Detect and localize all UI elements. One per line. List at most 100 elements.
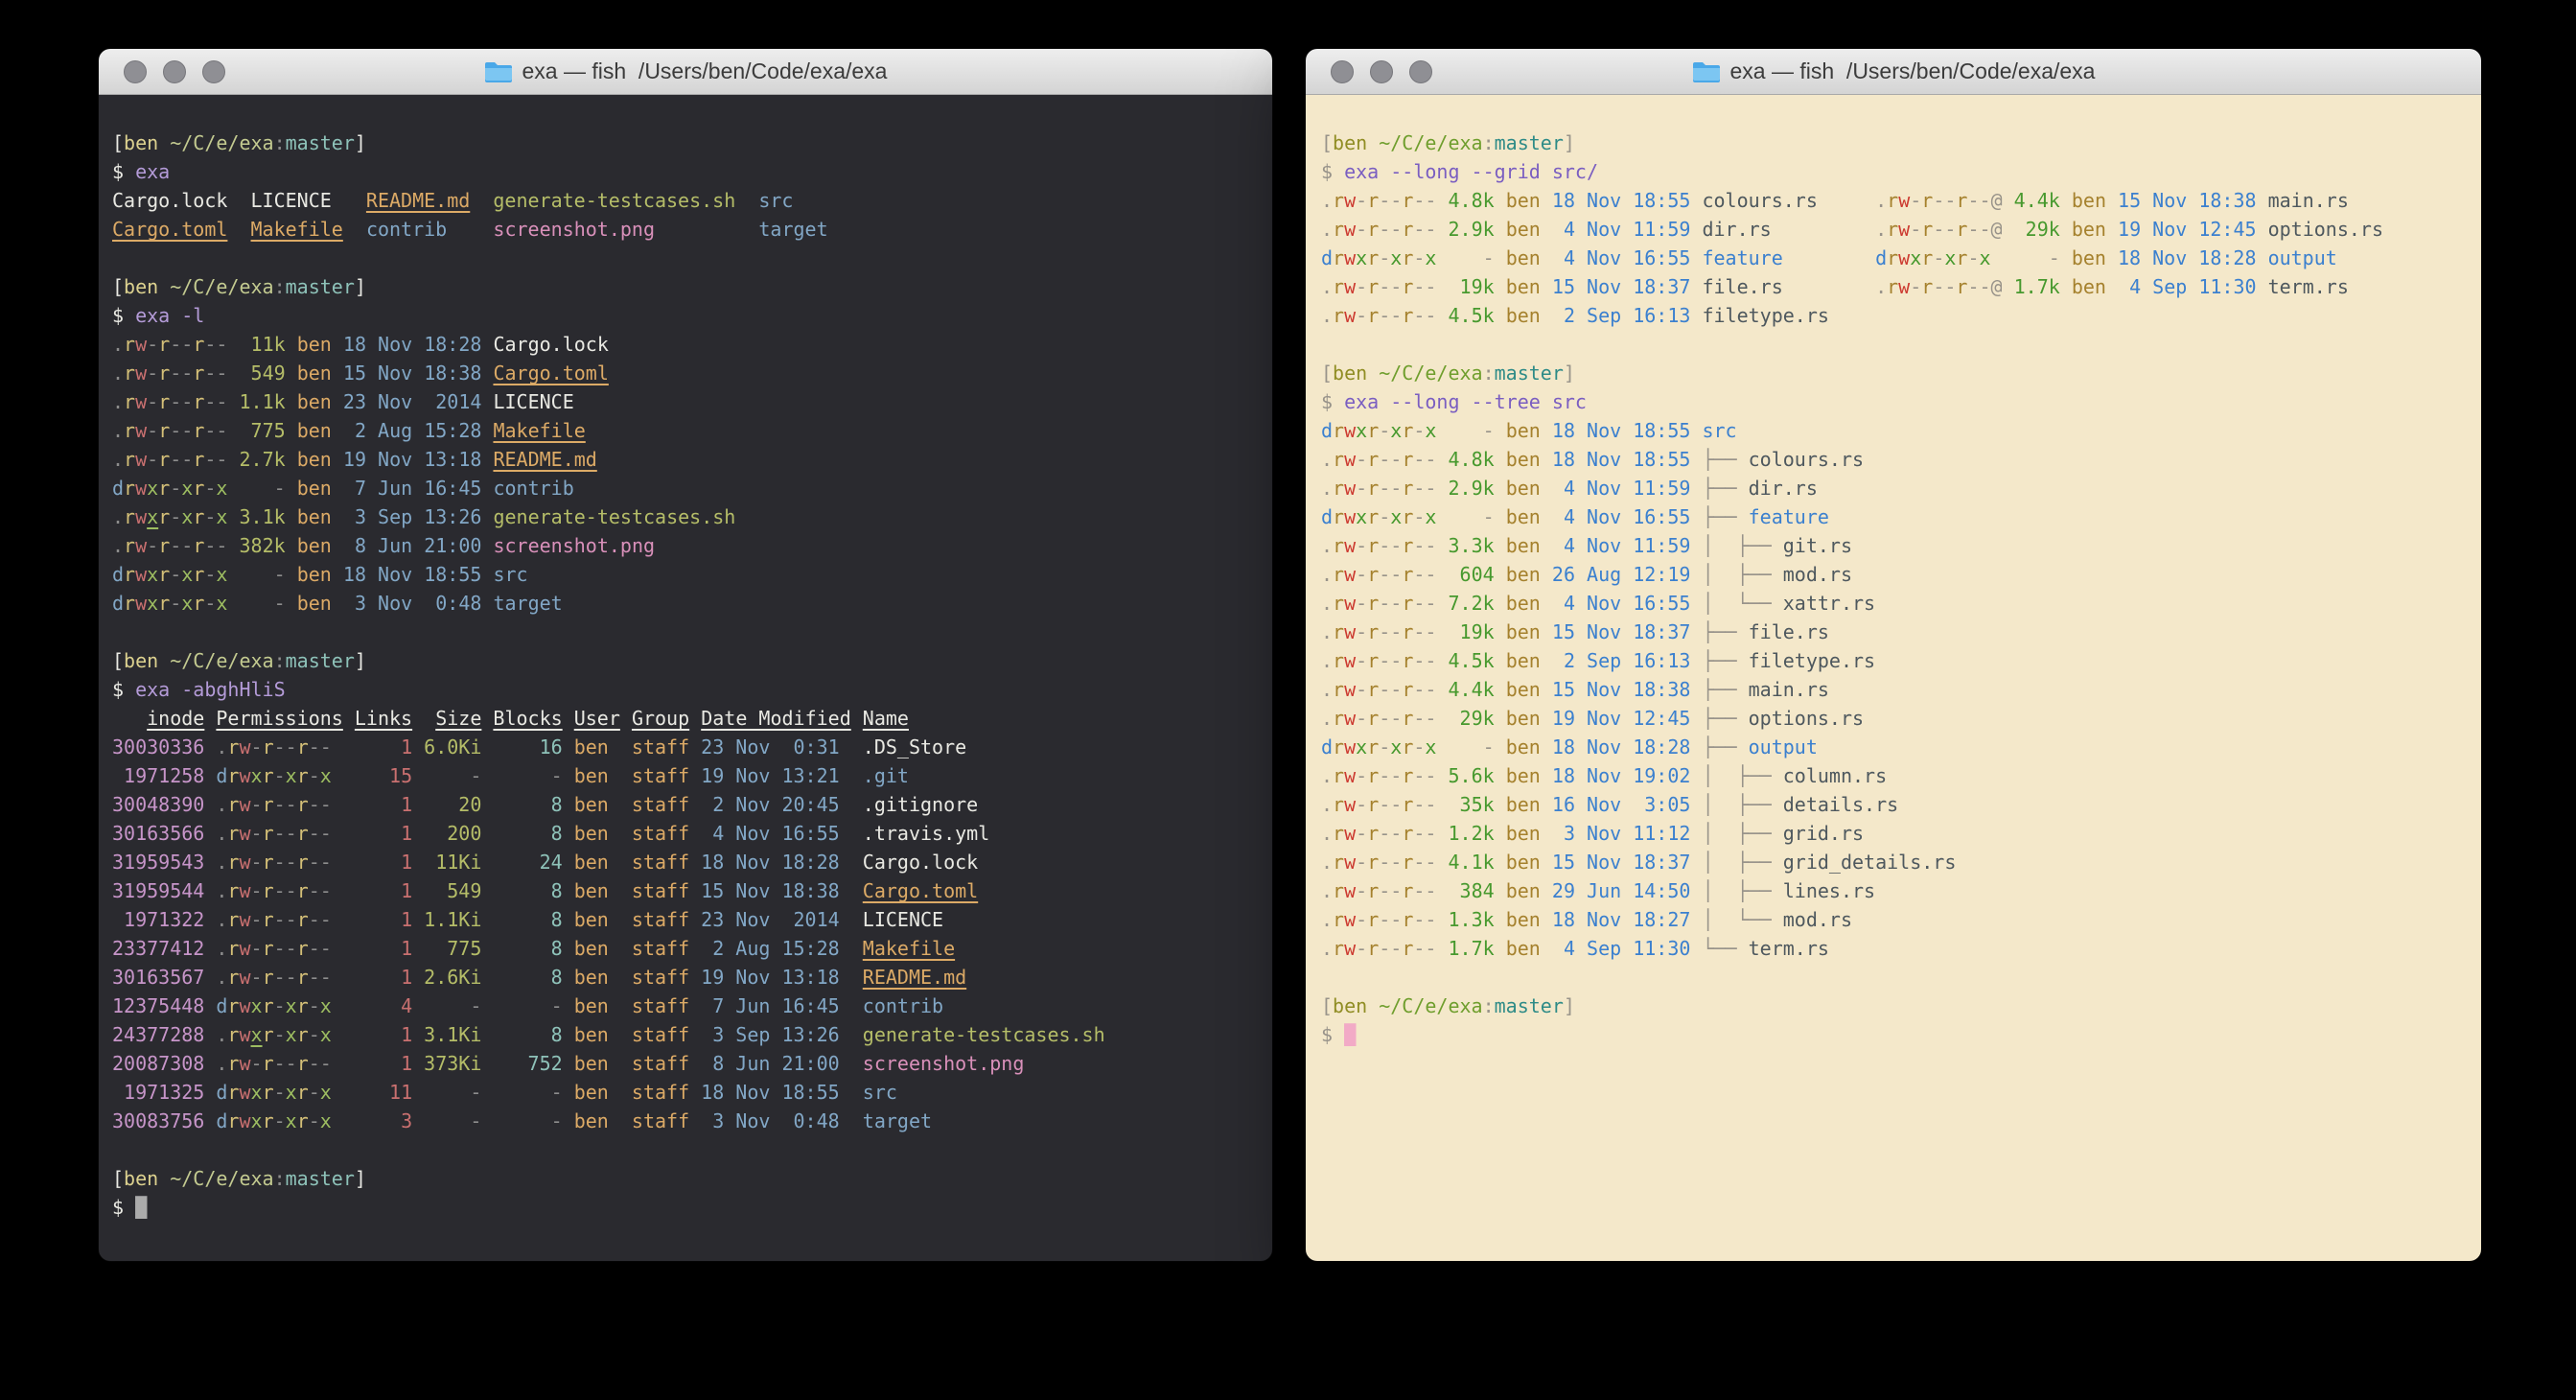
text-segment: r [1367, 304, 1379, 327]
text-segment: r [297, 1081, 309, 1104]
text-segment: 31959544 [112, 879, 204, 902]
terminal-window-dark: exa — fish /Users/ben/Code/exa/exa [ben … [99, 49, 1272, 1261]
text-segment: 8 [481, 822, 562, 845]
text-segment: -- [1933, 275, 1956, 298]
text-segment: - [1379, 419, 1390, 442]
terminal-line: [ben ~/C/e/exa:master] [1321, 359, 2481, 387]
text-segment [1541, 563, 1552, 586]
text-segment: 3.1k [227, 505, 285, 528]
text-segment: r [193, 534, 204, 557]
text-segment: 1971325 [112, 1081, 204, 1104]
terminal-line: .rw-r--r-- 1.1k ben 23 Nov 2014 LICENCE [112, 387, 1272, 416]
text-segment: ben staff [563, 764, 689, 787]
text-segment [2257, 275, 2268, 298]
text-segment: w [1898, 275, 1910, 298]
text-segment: x [1390, 735, 1402, 758]
text-segment [1690, 649, 1702, 672]
text-segment: -- [309, 937, 332, 960]
text-segment: 29k [1436, 707, 1494, 730]
text-segment: 4 Nov 11:59 [1552, 534, 1691, 557]
text-segment: -- [1379, 879, 1402, 902]
text-segment: ├── [1702, 678, 1748, 701]
text-segment: ben [1495, 477, 1541, 500]
text-segment: r [124, 448, 135, 471]
text-segment [1818, 189, 1875, 212]
text-segment: 1 [332, 937, 412, 960]
text-segment [158, 131, 170, 154]
text-segment [158, 275, 170, 298]
close-button[interactable] [1331, 60, 1354, 83]
terminal-line: [ben ~/C/e/exa:master] [112, 128, 1272, 157]
folder-icon[interactable] [484, 60, 513, 83]
text-segment: w [1344, 563, 1356, 586]
text-segment: ben [286, 419, 332, 442]
text-segment: r [1956, 218, 1967, 241]
terminal-line: .rw-r--r-- 4.4k ben 15 Nov 18:38 ├── mai… [1321, 675, 2481, 704]
text-segment: - [204, 477, 216, 500]
text-segment [1690, 735, 1702, 758]
text-segment: - [481, 764, 562, 787]
text-segment: - [412, 764, 481, 787]
terminal-line: .rw-r--r-- 11k ben 18 Nov 18:28 Cargo.lo… [112, 330, 1272, 359]
text-segment: -- [309, 879, 332, 902]
text-segment: r [1367, 822, 1379, 845]
text-segment [840, 764, 863, 787]
minimize-button[interactable] [163, 60, 186, 83]
close-button[interactable] [124, 60, 147, 83]
window-titlebar[interactable]: exa — fish /Users/ben/Code/exa/exa [99, 49, 1272, 95]
terminal-line: .rw-r--r-- 4.8k ben 18 Nov 18:55 colours… [1321, 186, 2481, 215]
text-segment: - [1356, 707, 1367, 730]
text-segment: screenshot.png [863, 1052, 1025, 1075]
text-segment [481, 534, 493, 557]
text-segment: r [1921, 275, 1933, 298]
text-segment [204, 822, 216, 845]
text-segment: r [227, 1081, 239, 1104]
text-segment: w [1344, 304, 1356, 327]
zoom-button[interactable] [202, 60, 225, 83]
text-segment: . [1321, 477, 1333, 500]
text-segment: r [1956, 189, 1967, 212]
text-segment: 20087308 [112, 1052, 204, 1075]
terminal-output[interactable]: [ben ~/C/e/exa:master]$ exaCargo.lock LI… [99, 95, 1272, 1261]
text-segment: w [135, 563, 147, 586]
terminal-output[interactable]: [ben ~/C/e/exa:master]$ exa --long --gri… [1306, 95, 2481, 1261]
text-segment: - [227, 477, 285, 500]
text-segment: @ [1991, 275, 2003, 298]
text-segment: r [158, 333, 170, 356]
text-segment: r [263, 735, 274, 758]
terminal-line: drwxr-xr-x - ben 18 Nov 18:55 src [1321, 416, 2481, 445]
text-segment: r [1402, 275, 1413, 298]
text-segment: -- [1933, 189, 1956, 212]
text-segment: x [286, 1109, 297, 1132]
text-segment: 3 [332, 1109, 412, 1132]
text-segment: ben [2060, 218, 2106, 241]
text-segment: - [274, 764, 286, 787]
text-segment: - [1356, 534, 1367, 557]
text-segment: w [1344, 735, 1356, 758]
minimize-button[interactable] [1370, 60, 1393, 83]
terminal-line: Cargo.lock LICENCE README.md generate-te… [112, 186, 1272, 215]
text-segment: d [216, 1109, 227, 1132]
text-segment: . [1321, 448, 1333, 471]
text-segment: x [1425, 419, 1436, 442]
text-segment: file.rs [1749, 620, 1829, 643]
text-segment: w [1898, 189, 1910, 212]
text-segment [204, 1052, 216, 1075]
terminal-line: 31959543 .rw-r--r-- 1 11Ki 24 ben staff … [112, 848, 1272, 876]
text-segment: . [1321, 189, 1333, 212]
text-segment: r [124, 390, 135, 413]
text-segment: 18 Nov 18:55 [343, 563, 482, 586]
text-segment [2106, 218, 2118, 241]
text-segment: : [1483, 362, 1495, 385]
text-segment: r [1402, 534, 1413, 557]
window-titlebar[interactable]: exa — fish /Users/ben/Code/exa/exa [1306, 49, 2481, 95]
text-segment [1690, 534, 1702, 557]
text-segment [840, 937, 863, 960]
text-segment: r [124, 419, 135, 442]
text-segment: 19 Nov 12:45 [1552, 707, 1691, 730]
zoom-button[interactable] [1409, 60, 1432, 83]
text-segment: generate-testcases.sh [493, 189, 735, 212]
folder-icon[interactable] [1692, 60, 1721, 83]
terminal-line: .rw-r--r-- 35k ben 16 Nov 3:05 │ ├── det… [1321, 790, 2481, 819]
text-segment: r [1402, 707, 1413, 730]
